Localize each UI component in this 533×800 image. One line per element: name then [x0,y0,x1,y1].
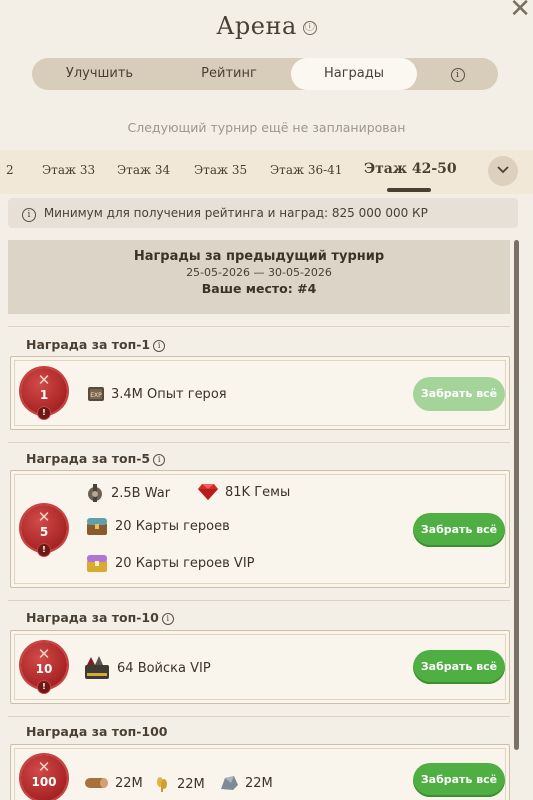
info-icon[interactable]: i [153,340,166,352]
rank-seal-icon: ✕ 5 ! [21,505,67,557]
war-icon [88,484,102,502]
section-title-top5: Награда за топ-5 i [26,451,166,466]
reward-item: 20 Карты героев [85,515,230,537]
alert-badge-icon: ! [37,406,51,420]
selected-floor-indicator [387,188,431,192]
rank-seal-icon: ✕ 100 [21,755,67,800]
floor-dropdown-button[interactable] [488,156,518,186]
alert-badge-icon: ! [37,543,51,557]
svg-text:EXP: EXP [90,392,102,399]
floor-tab-2[interactable]: 2 [6,163,14,177]
tab-rewards[interactable]: Награды [291,58,417,90]
divider [8,716,510,717]
tab-rating[interactable]: Рейтинг [167,58,291,90]
floor-tab-34[interactable]: Этаж 34 [117,163,170,177]
claim-all-button[interactable]: Забрать всё [413,513,505,547]
exp-book-icon: EXP [88,387,104,401]
header: Арена ⓘ [0,12,533,46]
chevron-down-icon [497,166,509,174]
reward-card-top100: ✕ 100 22M 22M 22M Забрать всё [10,744,510,800]
crossed-swords-icon: ✕ [37,371,51,389]
reward-item: 22M [83,775,143,791]
reward-item: 2.5B War [85,483,170,503]
reward-item: EXP 3.4M Опыт героя [87,385,227,403]
reward-item: 22M [219,775,273,791]
tab-info[interactable]: i [417,58,498,90]
section-title-top1: Награда за топ-1 i [26,337,166,352]
floor-tab-33[interactable]: Этаж 33 [42,163,95,177]
troops-icon [85,656,109,679]
reward-card-top5: ✕ 5 ! 2.5B War 81K Гемы 20 Карты героев … [10,470,510,588]
claim-all-button[interactable]: Забрать всё [413,650,505,684]
divider [8,326,510,327]
divider [8,600,510,601]
previous-title: Награды за предыдущий турнир [133,249,385,264]
claim-all-button[interactable]: Забрать всё [413,763,505,797]
page-title: Арена [216,12,297,40]
tournament-status: Следующий турнир ещё не запланирован [127,120,406,135]
reward-card-top10: ✕ 10 ! 64 Войска VIP Забрать всё [10,630,510,704]
rank-seal-icon: ✕ 10 ! [21,642,67,694]
floor-selector: 2 Этаж 33 Этаж 34 Этаж 35 Этаж 36-41 Эта… [0,150,533,194]
section-title-top10: Награда за топ-10 i [26,610,174,625]
title-info-icon[interactable]: ⓘ [302,21,317,35]
alert-badge-icon: ! [37,680,51,694]
reward-item: 81K Гемы [197,483,290,501]
reward-item: 20 Карты героев VIP [85,552,255,574]
info-icon: i [450,68,465,82]
minimum-text: Минимум для получения рейтинга и наград:… [43,206,428,220]
tab-bar: Улучшить Рейтинг Награды i [32,58,498,90]
floor-tab-35[interactable]: Этаж 35 [194,163,247,177]
stone-icon [221,776,238,790]
wheat-icon [157,777,167,792]
reward-item: 64 Войска VIP [83,655,211,681]
hero-chest-icon [87,518,107,535]
crossed-swords-icon: ✕ [37,758,51,776]
scrollbar[interactable] [514,240,519,750]
claim-all-button[interactable]: Забрать всё [413,377,505,411]
info-icon[interactable]: i [161,613,174,625]
floor-tab-36-41[interactable]: Этаж 36-41 [270,163,342,177]
info-icon[interactable]: i [153,454,166,466]
close-icon[interactable]: ✕ [509,0,531,24]
previous-dates: 25-05-2026 — 30-05-2026 [186,266,332,279]
previous-tournament-panel: Награды за предыдущий турнир 25-05-2026 … [8,240,510,314]
info-icon: i [22,208,36,222]
gem-icon [198,484,218,500]
wood-icon [85,778,108,788]
divider [8,442,510,443]
crossed-swords-icon: ✕ [37,645,51,663]
tab-upgrade[interactable]: Улучшить [32,58,167,90]
your-place: Ваше место: #4 [201,281,317,296]
section-title-top100: Награда за топ-100 [26,724,168,739]
rank-seal-icon: ✕ 1 ! [21,368,67,420]
reward-item: 22M [153,775,205,793]
minimum-requirement-bar: i Минимум для получения рейтинга и награ… [8,198,518,228]
crossed-swords-icon: ✕ [37,508,51,526]
vip-chest-icon [87,555,107,572]
reward-card-top1: ✕ 1 ! EXP 3.4M Опыт героя Забрать всё [10,356,510,430]
floor-tab-42-50[interactable]: Этаж 42-50 [364,161,457,177]
